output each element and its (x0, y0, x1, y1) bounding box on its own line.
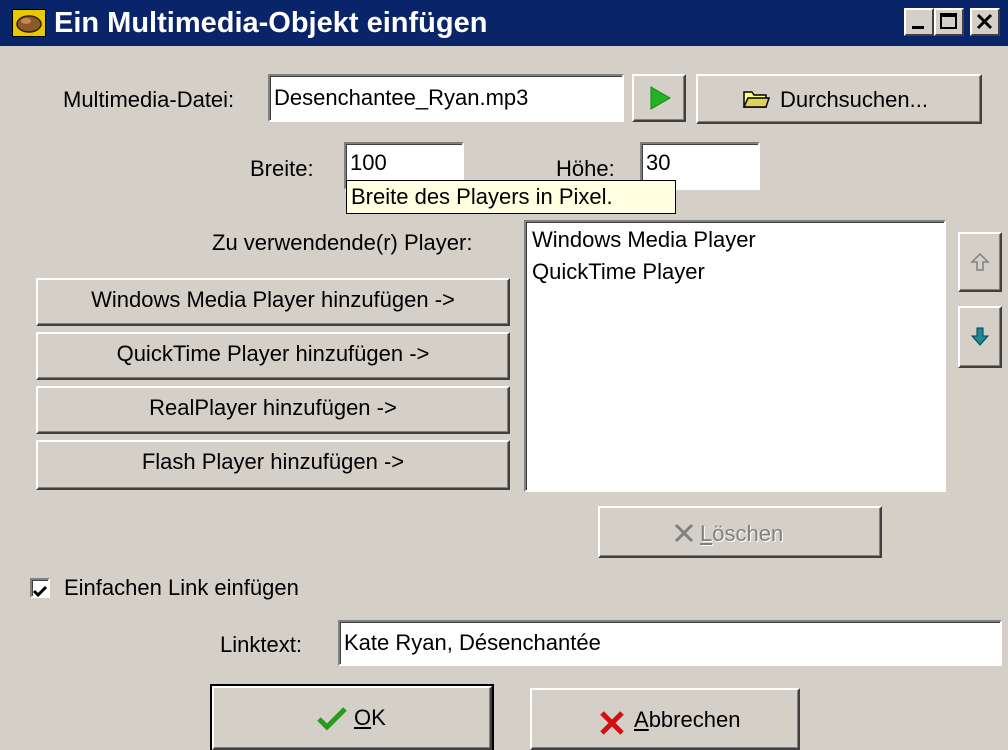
linktext-label: Linktext: (220, 632, 302, 657)
add-windows-media-player-label: Windows Media Player hinzufügen -> (91, 287, 455, 312)
delete-label: Löschen (700, 514, 783, 554)
width-label: Breite: (250, 156, 314, 181)
minimize-icon (912, 26, 924, 29)
cancel-label-mnemonic: A (634, 707, 649, 732)
cancel-x-icon (598, 710, 626, 742)
add-flash-player-label: Flash Player hinzufügen -> (141, 449, 405, 474)
add-realplayer-label: RealPlayer hinzufügen -> (149, 395, 397, 420)
ok-label-mnemonic: O (354, 705, 372, 730)
browse-label: Durchsuchen... (780, 87, 928, 112)
file-label: Multimedia-Datei: (63, 87, 235, 112)
players-label: Zu verwendende(r) Player: (212, 230, 473, 255)
player-list[interactable]: Windows Media Player QuickTime Player (524, 220, 946, 492)
file-input[interactable]: Desenchantee_Ryan.mp3 (268, 74, 624, 122)
close-button[interactable] (970, 8, 1000, 36)
maximize-icon (940, 13, 957, 29)
delete-button[interactable]: Löschen (598, 506, 882, 558)
arrow-down-icon (970, 327, 990, 346)
link-checkbox[interactable] (30, 578, 50, 598)
list-item[interactable]: Windows Media Player (532, 225, 756, 255)
list-item[interactable]: QuickTime Player (532, 257, 705, 287)
close-icon (976, 13, 993, 30)
link-checkbox-label[interactable]: Einfachen Link einfügen (64, 575, 299, 601)
add-realplayer-button[interactable]: RealPlayer hinzufügen -> (36, 386, 510, 434)
ok-button[interactable]: OK (210, 684, 494, 750)
delete-label-rest: öschen (712, 521, 784, 546)
cancel-button[interactable]: Abbrechen (530, 688, 800, 750)
add-quicktime-player-button[interactable]: QuickTime Player hinzufügen -> (36, 332, 510, 380)
browse-button[interactable]: Durchsuchen... (696, 74, 982, 124)
cancel-label-rest: bbrechen (648, 707, 741, 732)
checkmark-icon (316, 706, 348, 738)
ok-label-rest: K (371, 705, 386, 730)
linktext-input-value: Kate Ryan, Désenchantée (344, 630, 601, 655)
add-flash-player-button[interactable]: Flash Player hinzufügen -> (36, 440, 510, 490)
title-bar: Ein Multimedia-Objekt einfügen (0, 0, 1008, 46)
linktext-input[interactable]: Kate Ryan, Désenchantée (338, 620, 1002, 666)
file-input-value: Desenchantee_Ryan.mp3 (274, 85, 529, 110)
folder-icon (742, 88, 771, 116)
width-input-value: 100 (350, 150, 387, 175)
play-icon (650, 86, 671, 110)
height-label: Höhe: (556, 156, 615, 181)
ok-label: OK (354, 698, 386, 738)
add-windows-media-player-button[interactable]: Windows Media Player hinzufügen -> (36, 278, 510, 326)
play-button[interactable] (632, 74, 686, 122)
add-quicktime-player-label: QuickTime Player hinzufügen -> (116, 341, 430, 366)
move-up-button[interactable] (958, 232, 1002, 292)
app-icon[interactable] (12, 9, 46, 37)
delete-label-mnemonic: L (700, 521, 713, 546)
move-down-button[interactable] (958, 306, 1002, 368)
checkbox-check-icon (32, 585, 48, 598)
width-tooltip: Breite des Players in Pixel. (346, 180, 676, 214)
arrow-up-icon (970, 252, 990, 271)
height-input-value: 30 (646, 150, 671, 175)
cancel-label: Abbrechen (634, 700, 740, 740)
window-title: Ein Multimedia-Objekt einfügen (54, 7, 488, 39)
maximize-button[interactable] (934, 8, 964, 36)
delete-x-icon (672, 522, 696, 550)
minimize-button[interactable] (904, 8, 934, 36)
